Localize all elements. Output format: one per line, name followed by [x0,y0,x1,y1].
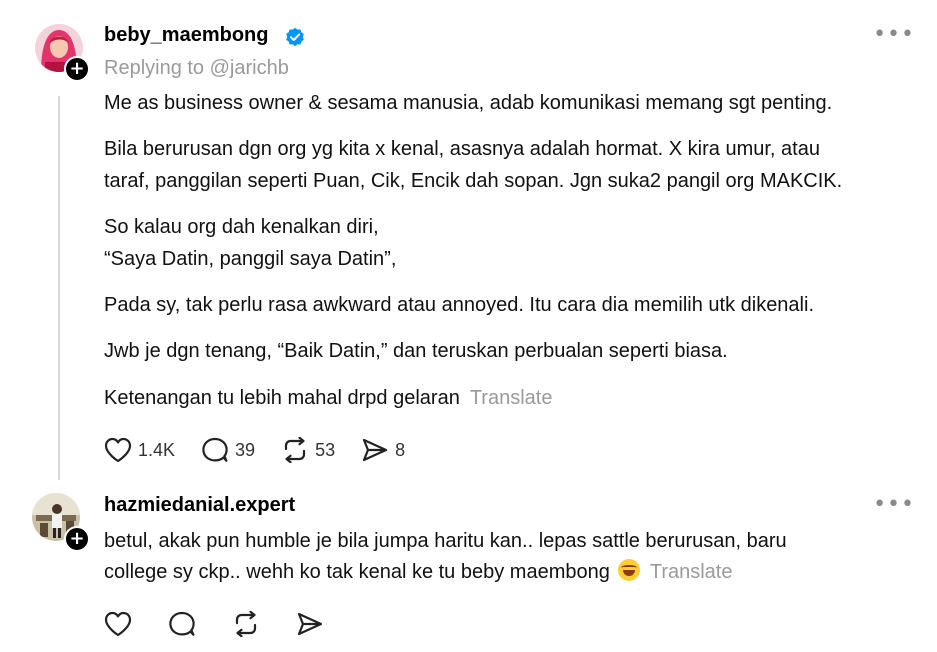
speech-bubble-icon [169,611,195,636]
username[interactable]: hazmiedanial.expert [104,494,295,517]
share-count: 8 [395,439,406,460]
comment-count: 39 [235,439,256,460]
more-options-icon[interactable]: ••• [873,22,915,47]
thread-line [58,96,60,480]
post-text: college sy ckp.. wehh ko tak kenal ke tu… [104,561,610,583]
repost-button[interactable]: 53 [281,437,335,463]
translate-link[interactable]: Translate [470,387,553,409]
repost-button[interactable] [232,611,260,637]
like-count: 1.4K [138,439,176,460]
share-button[interactable] [296,611,324,637]
post-text-line: betul, akak pun humble je bila jumpa har… [104,530,787,552]
post-text-line: Bila berurusan dgn org yg kita x kenal, … [104,138,820,160]
comment-button[interactable] [168,611,196,637]
repost-icon [235,611,257,637]
comment-button[interactable]: 39 [201,437,255,463]
action-bar [104,611,350,637]
heart-icon [104,611,132,637]
replying-to[interactable]: Replying to @jarichb [104,57,289,80]
send-icon [297,612,323,636]
post-main: + beby_maembong ••• Replying to @jarichb… [0,0,937,485]
laughing-emoji-icon [617,559,640,581]
repost-icon [284,437,306,463]
share-button[interactable]: 8 [361,437,405,463]
post-text: Ketenangan tu lebih mahal drpd gelaran [104,387,460,409]
heart-icon [104,437,132,463]
follow-plus-icon[interactable]: + [64,56,90,82]
verified-badge-icon [286,27,304,47]
like-button[interactable] [104,611,132,637]
post-text-line: Pada sy, tak perlu rasa awkward atau ann… [104,294,814,316]
follow-plus-icon[interactable]: + [64,526,90,552]
send-icon [362,438,388,462]
action-bar: 1.4K 39 53 8 [104,437,431,463]
post-text-line: Ketenangan tu lebih mahal drpd gelaran Tr… [104,383,919,414]
post-text-line: Me as business owner & sesama manusia, a… [104,92,833,114]
post-text-line: college sy ckp.. wehh ko tak kenal ke tu… [104,557,919,588]
post-text-line: “Saya Datin, panggil saya Datin”, [104,248,397,270]
post-text-line: taraf, panggilan seperti Puan, Cik, Enci… [104,170,843,192]
translate-link[interactable]: Translate [650,561,733,583]
like-button[interactable]: 1.4K [104,437,175,463]
more-options-icon[interactable]: ••• [873,492,915,517]
post-reply: + hazmiedanial.expert ••• betul, akak pu… [0,485,937,652]
username[interactable]: beby_maembong [104,24,268,47]
post-text-line: So kalau org dah kenalkan diri, [104,216,379,238]
repost-count: 53 [315,439,336,460]
post-text-line: Jwb je dgn tenang, “Baik Datin,” dan ter… [104,340,728,362]
speech-bubble-icon [202,437,228,462]
